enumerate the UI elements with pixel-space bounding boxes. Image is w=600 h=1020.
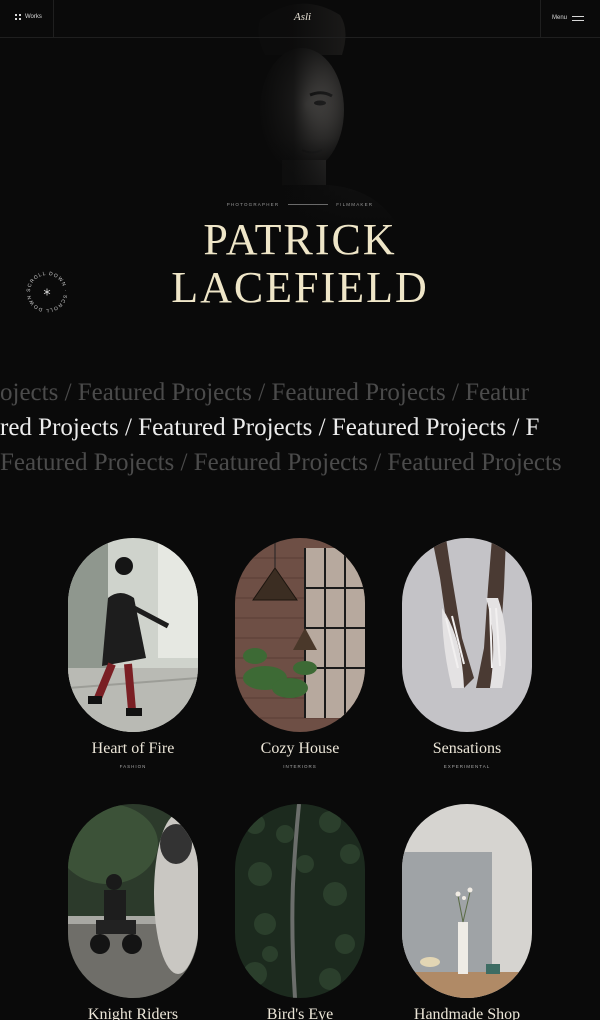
project-image <box>402 804 532 998</box>
project-title: Handmade Shop <box>413 1006 521 1020</box>
project-image <box>235 804 365 998</box>
project-card-cozy-house[interactable]: Cozy House INTERIORS <box>235 538 365 769</box>
works-link[interactable]: Works <box>15 14 42 20</box>
menu-cell: Menu <box>540 0 600 38</box>
role-photographer: PHOTOGRAPHER <box>226 202 280 208</box>
project-category: INTERIORS <box>283 764 317 769</box>
hamburger-icon <box>572 15 584 21</box>
marquee-row-3: Featured Projects / Featured Projects / … <box>0 449 562 476</box>
menu-label: Menu <box>551 15 567 21</box>
svg-text:SCROLL DOWN · SCROLL DOWN ·: SCROLL DOWN · SCROLL DOWN · <box>23 268 68 313</box>
works-cell: Works <box>0 0 54 38</box>
top-bar: Works Asli Menu <box>0 0 600 38</box>
project-category: EXPERIMENTAL <box>443 764 491 769</box>
grid-icon <box>15 14 21 20</box>
marquee-row-2: red Projects / Featured Projects / Featu… <box>0 414 540 441</box>
project-title: Sensations <box>432 740 502 757</box>
project-image <box>68 538 198 732</box>
site-logo[interactable]: Asli <box>294 11 311 23</box>
role-filmmaker: FILMMAKER <box>336 202 374 208</box>
hero-roles: PHOTOGRAPHER FILMMAKER <box>0 202 600 207</box>
asterisk-icon <box>43 288 51 296</box>
project-card-sensations[interactable]: Sensations EXPERIMENTAL <box>402 538 532 769</box>
hero-name-last: LACEFIELD <box>171 263 429 312</box>
project-image <box>402 538 532 732</box>
works-label: Works <box>25 14 42 20</box>
hero-name-first: PATRICK <box>203 215 397 264</box>
project-category: FASHION <box>119 764 147 769</box>
marquee-row-1: ojects / Featured Projects / Featured Pr… <box>0 379 530 406</box>
project-image <box>68 804 198 998</box>
project-card-birds-eye[interactable]: Bird's Eye <box>235 804 365 1020</box>
scroll-down-badge[interactable]: SCROLL DOWN · SCROLL DOWN · <box>22 264 71 316</box>
project-card-knight-riders[interactable]: Knight Riders <box>68 804 198 1020</box>
role-divider <box>287 204 328 206</box>
project-card-handmade-shop[interactable]: Handmade Shop <box>402 804 532 1020</box>
menu-button[interactable]: Menu <box>552 15 584 21</box>
project-card-heart-of-fire[interactable]: Heart of Fire FASHION <box>68 538 198 769</box>
scroll-badge-text: SCROLL DOWN · SCROLL DOWN · <box>22 264 67 313</box>
project-image <box>235 538 365 732</box>
hero-name: PATRICK LACEFIELD <box>0 216 600 312</box>
